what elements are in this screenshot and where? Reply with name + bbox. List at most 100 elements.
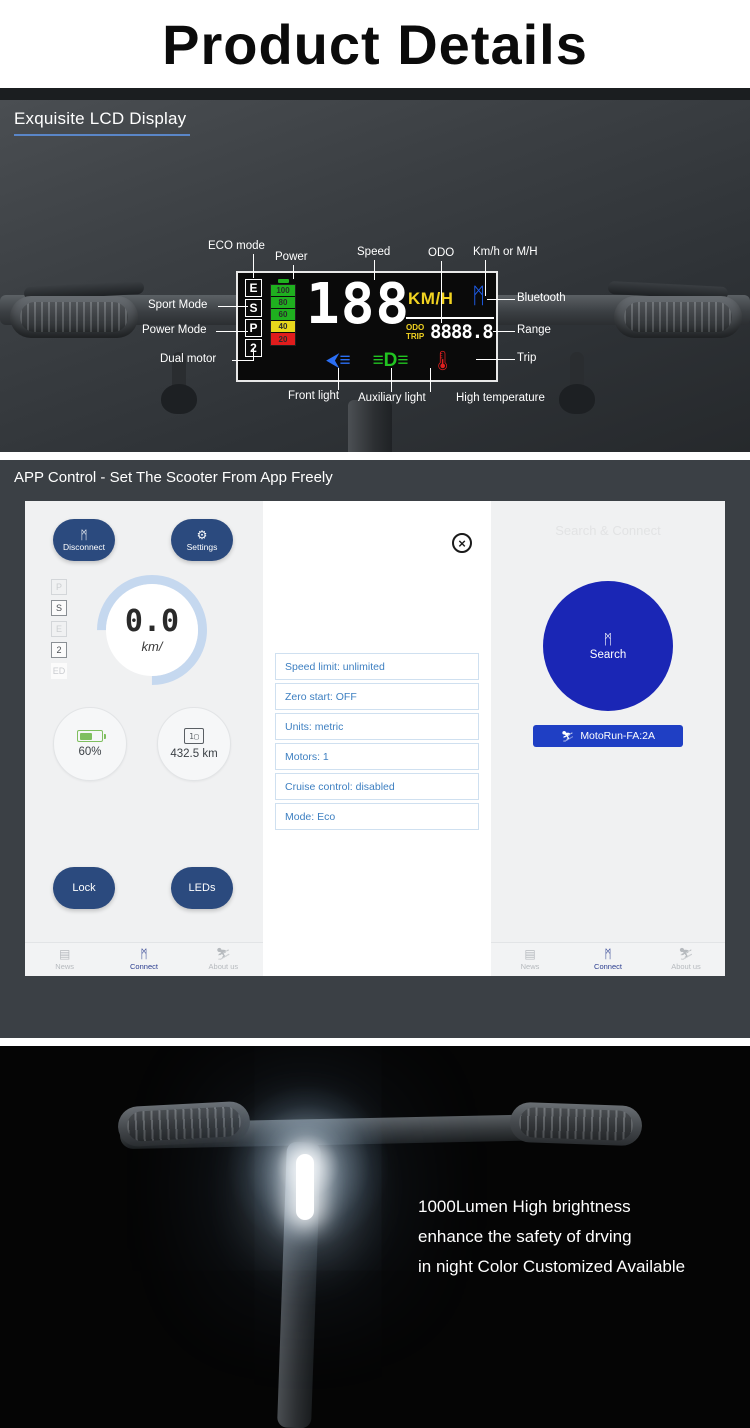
lcd-mode-p: P <box>245 319 262 337</box>
settings-button[interactable]: ⚙ Settings <box>171 519 233 561</box>
handgrip-right <box>614 296 742 338</box>
callout-dual-motor: Dual motor <box>160 353 217 365</box>
page-title-banner: Product Details <box>0 0 750 88</box>
leader-line <box>430 368 431 392</box>
battery-fill <box>79 732 93 740</box>
leader-line <box>441 261 442 323</box>
leader-line <box>476 359 515 360</box>
setting-motors[interactable]: Motors: 1 <box>275 743 479 770</box>
callout-eco-mode: ECO mode <box>208 240 265 252</box>
headlight-line-3: in night Color Customized Available <box>418 1257 686 1276</box>
callout-front-light: Front light <box>288 390 340 402</box>
tab-connect-label: Connect <box>594 962 622 971</box>
setting-cruise-control[interactable]: Cruise control: disabled <box>275 773 479 800</box>
callout-bluetooth: Bluetooth <box>517 292 566 304</box>
search-label: Search <box>589 649 627 661</box>
callout-auxiliary-light: Auxiliary light <box>358 392 426 404</box>
lcd-odo-label: ODO <box>406 323 425 332</box>
callout-power-mode: Power Mode <box>142 324 207 336</box>
tab-news-label: News <box>520 962 540 971</box>
dashboard-mode-indicators: P S E 2 ED <box>51 579 67 679</box>
lcd-mode-s: S <box>245 299 262 317</box>
tab-news[interactable]: ▤ News <box>491 948 569 971</box>
battery-body: 100 80 60 40 20 <box>270 284 296 346</box>
bluetooth-icon: ᛗ <box>604 947 612 961</box>
battery-segment-100: 100 <box>271 285 295 297</box>
odometer-value: 432.5 km <box>170 748 218 760</box>
scooter-icon: ⛷ <box>215 947 231 961</box>
leader-line <box>485 260 486 296</box>
grip-ribs <box>624 302 732 332</box>
lcd-trip-label: TRIP <box>406 332 425 341</box>
device-result-button[interactable]: ⛷ MotoRun-FA:2A <box>533 725 683 747</box>
callout-sport-mode: Sport Mode <box>148 299 208 311</box>
steering-column <box>348 400 392 452</box>
mirror-head-left <box>161 384 197 414</box>
lcd-divider <box>406 317 494 319</box>
battery-percent: 60% <box>78 746 102 758</box>
lcd-mode-indicators: E S P 2 <box>245 279 262 357</box>
setting-zero-start[interactable]: Zero start: OFF <box>275 683 479 710</box>
section-divider-white <box>0 452 750 460</box>
tab-connect[interactable]: ᛗ Connect <box>569 948 647 971</box>
scooter-icon: ⛷ <box>560 730 575 743</box>
tab-about-label: About us <box>208 962 239 971</box>
mode-indicator-ed: ED <box>51 663 67 679</box>
lcd-section-heading: Exquisite LCD Display <box>14 109 187 128</box>
lcd-display-section: Exquisite LCD Display E S P 2 100 80 <box>0 100 750 452</box>
close-circle-icon[interactable]: × <box>452 533 472 553</box>
mirror-head-right <box>559 384 595 414</box>
leds-button[interactable]: LEDs <box>171 867 233 909</box>
battery-icon <box>77 730 106 742</box>
section-divider-white-2 <box>0 1038 750 1046</box>
lcd-panel: E S P 2 100 80 60 40 20 188 KM/H ᛗ O <box>236 271 498 382</box>
news-icon: ▤ <box>524 947 536 961</box>
battery-segment-60: 60 <box>271 309 295 321</box>
disconnect-label: Disconnect <box>62 541 106 552</box>
headlight-section: 1000Lumen High brightness enhance the sa… <box>0 1046 750 1428</box>
leader-line <box>391 368 392 392</box>
headlight-description: 1000Lumen High brightness enhance the sa… <box>418 1192 685 1282</box>
search-screen-title: Search & Connect <box>555 523 661 538</box>
odometer-stat: 1▢ 432.5 km <box>157 707 231 781</box>
bluetooth-icon: ᛗ <box>140 947 148 961</box>
gauge-speed-value: 0.0 <box>124 603 180 639</box>
setting-mode[interactable]: Mode: Eco <box>275 803 479 830</box>
lcd-heading-underline <box>14 134 190 136</box>
lcd-odo-value: 8888.8 <box>430 321 494 343</box>
battery-stat: 60% <box>53 707 127 781</box>
lcd-battery-gauge: 100 80 60 40 20 <box>270 279 296 346</box>
grip-ribs <box>126 1106 242 1142</box>
title-divider <box>0 88 750 100</box>
callout-trip: Trip <box>517 352 537 364</box>
callout-high-temperature: High temperature <box>456 392 545 404</box>
search-button[interactable]: ᛗ Search <box>543 581 673 711</box>
tab-connect[interactable]: ᛗ Connect <box>104 948 183 971</box>
tab-about-us[interactable]: ⛷ About us <box>184 948 263 971</box>
leader-line <box>253 254 254 278</box>
app-control-section: ᛗ Disconnect ⚙ Settings P S E 2 ED 0.0 k… <box>0 494 750 1038</box>
leader-line <box>218 306 248 307</box>
setting-speed-limit[interactable]: Speed limit: unlimited <box>275 653 479 680</box>
app-screen-dashboard: ᛗ Disconnect ⚙ Settings P S E 2 ED 0.0 k… <box>25 501 263 976</box>
settings-label: Settings <box>186 541 218 552</box>
headlight-line-2: enhance the safety of drving <box>418 1227 632 1246</box>
product-details-page: Product Details Exquisite LCD Display E … <box>0 0 750 1428</box>
leader-line <box>493 331 515 332</box>
tab-news[interactable]: ▤ News <box>25 948 104 971</box>
battery-cap <box>277 279 289 283</box>
leader-line <box>216 331 248 332</box>
scooter-icon: ⛷ <box>678 947 694 961</box>
settings-list: Speed limit: unlimited Zero start: OFF U… <box>275 653 479 833</box>
callout-unit-switch: Km/h or M/H <box>473 246 538 258</box>
gear-icon: ⚙ <box>196 527 208 542</box>
lock-button[interactable]: Lock <box>53 867 115 909</box>
handgrip-left <box>10 296 138 338</box>
callout-power: Power <box>275 251 308 263</box>
setting-units[interactable]: Units: metric <box>275 713 479 740</box>
bottom-tabbar-left: ▤ News ᛗ Connect ⛷ About us <box>25 942 263 976</box>
lcd-unit-label: KM/H <box>408 289 454 308</box>
disconnect-button[interactable]: ᛗ Disconnect <box>53 519 115 561</box>
tab-about-us[interactable]: ⛷ About us <box>647 948 725 971</box>
mode-indicator-e: E <box>51 621 67 637</box>
